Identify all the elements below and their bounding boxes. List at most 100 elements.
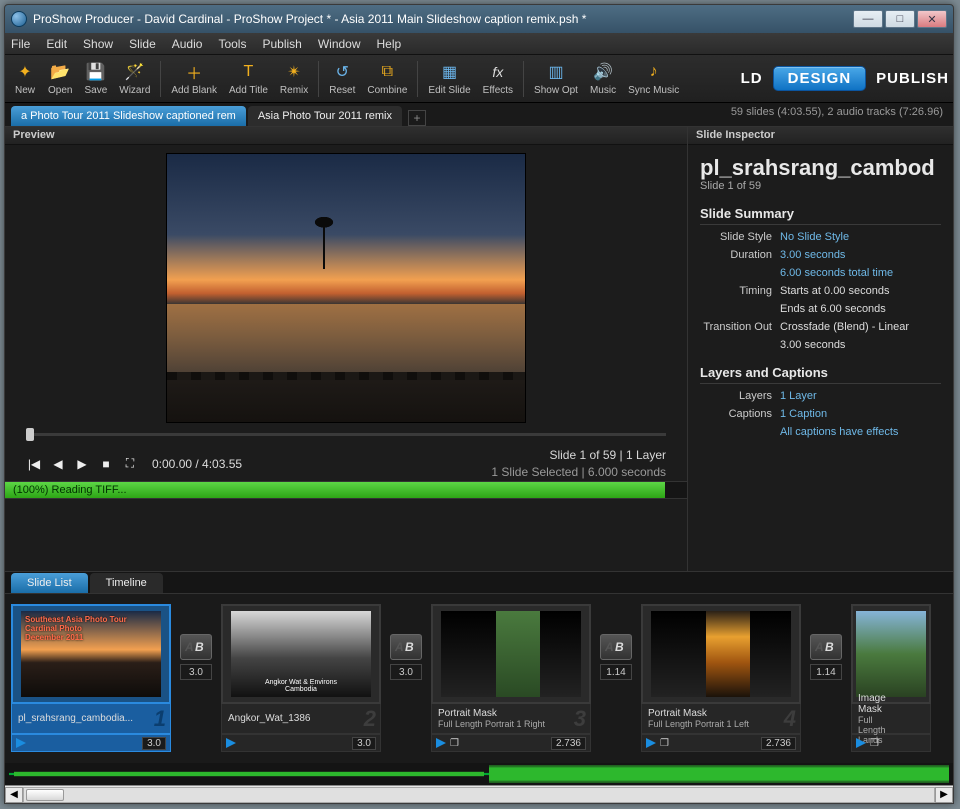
slide-card[interactable]: Southeast Asia Photo TourCardinal PhotoD… [11,604,171,752]
new-button[interactable]: ✦New [9,57,41,101]
reset-icon: ↺ [331,61,353,83]
preview-image [166,153,526,423]
caption-effects-link[interactable]: All captions have effects [780,426,898,438]
svg-text:B: B [195,640,204,654]
first-button[interactable]: |◀ [26,456,42,472]
svg-text:B: B [615,640,624,654]
project-tabs: a Photo Tour 2011 Slideshow captioned re… [5,103,953,127]
edit-slide-icon: ▦ [439,61,461,83]
slide-card[interactable]: Portrait MaskFull Length Portrait 1 Left… [641,604,801,752]
play-icon[interactable] [436,738,446,748]
duration-link[interactable]: 3.00 seconds [780,249,845,261]
menubar: File Edit Show Slide Audio Tools Publish… [5,33,953,55]
svg-text:A: A [185,640,194,654]
combine-icon: ⧉ [376,61,398,83]
progress-text: (100%) Reading TIFF... [13,484,127,496]
sync-music-button[interactable]: ♪Sync Music [623,57,684,101]
menu-help[interactable]: Help [377,37,402,51]
mode-build[interactable]: LD [741,70,763,87]
svg-text:A: A [605,640,614,654]
layers-link[interactable]: 1 Layer [780,390,817,402]
menu-show[interactable]: Show [83,37,113,51]
slide-list: Southeast Asia Photo TourCardinal PhotoD… [5,594,953,763]
menu-edit[interactable]: Edit [46,37,67,51]
open-icon: 📂 [49,61,71,83]
svg-text:B: B [825,640,834,654]
layers-icon: ❐ [660,738,669,749]
sync-music-icon: ♪ [643,61,665,83]
close-button[interactable]: ✕ [917,10,947,28]
mode-design[interactable]: DESIGN [773,66,867,91]
show-opt-button[interactable]: ▥Show Opt [529,57,583,101]
scroll-left-button[interactable]: ◀ [5,787,23,803]
effects-icon: fx [487,61,509,83]
titlebar: ProShow Producer - David Cardinal - ProS… [5,5,953,33]
tab-timeline[interactable]: Timeline [90,573,163,593]
transition[interactable]: AB3.0 [389,634,423,680]
menu-publish[interactable]: Publish [262,37,301,51]
effects-button[interactable]: fxEffects [478,57,518,101]
wizard-icon: 🪄 [124,61,146,83]
inspector-slide-name: pl_srahsrang_cambod [700,155,941,181]
minimize-button[interactable]: — [853,10,883,28]
music-icon: 🔊 [592,61,614,83]
edit-slide-button[interactable]: ▦Edit Slide [423,57,475,101]
mode-publish[interactable]: PUBLISH [876,70,949,87]
project-tab-2[interactable]: Asia Photo Tour 2011 remix [248,106,402,126]
play-icon[interactable] [646,738,656,748]
preview-header: Preview [5,127,687,145]
horizontal-scrollbar[interactable]: ◀ ▶ [5,785,953,803]
menu-file[interactable]: File [11,37,30,51]
project-status: 59 slides (4:03.55), 2 audio tracks (7:2… [731,106,943,118]
play-icon[interactable] [226,738,236,748]
slide-card[interactable]: Portrait MaskFull Length Portrait 1 Righ… [431,604,591,752]
transition[interactable]: AB3.0 [179,634,213,680]
layers-heading: Layers and Captions [700,365,941,384]
fullscreen-button[interactable]: ⛶ [122,456,138,472]
stop-button[interactable]: ■ [98,456,114,472]
svg-text:B: B [405,640,414,654]
preview-seekbar[interactable] [26,427,666,441]
progress-bar: (100%) Reading TIFF... [5,481,687,499]
maximize-button[interactable]: □ [885,10,915,28]
prev-button[interactable]: ◀ [50,456,66,472]
scroll-thumb[interactable] [26,789,64,801]
toolbar: ✦New 📂Open 💾Save 🪄Wizard ＋Add Blank TAdd… [5,55,953,103]
reset-button[interactable]: ↺Reset [324,57,360,101]
slide-card[interactable]: Image MaskFull Length Lands ❐ [851,604,931,752]
summary-heading: Slide Summary [700,206,941,225]
music-button[interactable]: 🔊Music [585,57,621,101]
slide-card[interactable]: Angkor Wat & EnvironsCambodia Angkor_Wat… [221,604,381,752]
tab-slide-list[interactable]: Slide List [11,573,88,593]
play-icon[interactable] [16,738,26,748]
save-button[interactable]: 💾Save [79,57,112,101]
scroll-right-button[interactable]: ▶ [935,787,953,803]
project-tab-1[interactable]: a Photo Tour 2011 Slideshow captioned re… [11,106,246,126]
add-title-icon: T [237,61,259,83]
app-icon [11,11,27,27]
combine-button[interactable]: ⧉Combine [362,57,412,101]
add-project-tab[interactable]: + [408,110,426,126]
inspector-header: Slide Inspector [688,127,953,145]
inspector-slide-num: Slide 1 of 59 [700,180,941,192]
add-blank-button[interactable]: ＋Add Blank [166,57,222,101]
total-time-link[interactable]: 6.00 seconds total time [780,267,893,279]
play-button[interactable]: ▶ [74,456,90,472]
menu-slide[interactable]: Slide [129,37,156,51]
transition[interactable]: AB1.14 [599,634,633,680]
menu-window[interactable]: Window [318,37,361,51]
slide-selection: 1 Slide Selected | 6.000 seconds [491,464,666,481]
audio-waveform[interactable] [5,763,953,785]
layers-icon: ❐ [450,738,459,749]
transition[interactable]: AB1.14 [809,634,843,680]
menu-tools[interactable]: Tools [218,37,246,51]
remix-button[interactable]: ✴Remix [275,57,313,101]
captions-link[interactable]: 1 Caption [780,408,827,420]
slide-count: Slide 1 of 59 | 1 Layer [491,447,666,464]
wizard-button[interactable]: 🪄Wizard [114,57,155,101]
svg-text:A: A [395,640,404,654]
add-title-button[interactable]: TAdd Title [224,57,273,101]
slide-style-link[interactable]: No Slide Style [780,231,849,243]
open-button[interactable]: 📂Open [43,57,77,101]
menu-audio[interactable]: Audio [172,37,203,51]
